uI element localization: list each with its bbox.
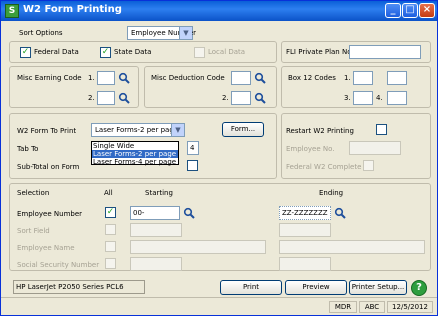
box12-code3-input[interactable]: [353, 91, 373, 105]
fli-label: FLI Private Plan No.: [286, 48, 354, 56]
subtotal-checkbox[interactable]: [187, 160, 198, 171]
state-data-label: State Data: [114, 48, 152, 56]
w2-form-printing-window: S W2 Form Printing _ □ × Sort Options Em…: [0, 0, 438, 316]
form-to-print-select[interactable]: Laser Forms-2 per page ▼: [91, 123, 185, 137]
sel-label-employee-number: Employee Number: [17, 210, 83, 218]
form-button[interactable]: Form...: [222, 122, 264, 137]
chevron-down-icon[interactable]: ▼: [171, 124, 184, 136]
misc-earning-num1: 1.: [88, 74, 95, 82]
app-icon: S: [5, 4, 19, 18]
print-button[interactable]: Print: [220, 280, 282, 295]
sel-label-sort-field: Sort Field: [17, 227, 50, 235]
maximize-button[interactable]: □: [402, 3, 418, 18]
sort-options-label: Sort Options: [19, 29, 63, 37]
restart-employee-input[interactable]: [349, 141, 401, 155]
box12-code1-input[interactable]: [353, 71, 373, 85]
box12-num3: 3.: [344, 94, 351, 102]
sel-end-ssn-input[interactable]: [279, 257, 331, 271]
sel-end-employee-name-input[interactable]: [279, 240, 425, 254]
federal-data-label: Federal Data: [34, 48, 79, 56]
box12-code4-input[interactable]: [387, 91, 407, 105]
misc-deduction-code1-input[interactable]: [231, 71, 251, 85]
box12-label: Box 12 Codes: [288, 74, 336, 82]
subtotal-label: Sub-Total on Form: [17, 163, 80, 171]
close-button[interactable]: ×: [419, 3, 435, 18]
printer-setup-button[interactable]: Printer Setup...: [349, 280, 407, 295]
sel-all-employee-number-checkbox[interactable]: ✓: [105, 207, 116, 218]
federal-data-checkbox[interactable]: ✓: [20, 47, 31, 58]
local-data-checkbox[interactable]: [194, 47, 205, 58]
dropdown-option-single-wide[interactable]: Single Wide: [92, 142, 178, 150]
box12-num1: 1.: [344, 74, 351, 82]
sel-start-sort-field-input[interactable]: [130, 223, 182, 237]
minimize-button[interactable]: _: [385, 3, 401, 18]
tab-to-input[interactable]: 4: [187, 141, 199, 155]
restart-label: Restart W2 Printing: [286, 127, 354, 135]
sel-all-ssn-checkbox[interactable]: [105, 258, 116, 269]
starting-header: Starting: [145, 189, 173, 197]
misc-earning-label: Misc Earning Code: [17, 74, 82, 82]
chevron-down-icon[interactable]: ▼: [179, 27, 192, 39]
status-company: MDR: [329, 301, 357, 313]
help-icon[interactable]: ?: [411, 280, 427, 296]
sel-label-employee-name: Employee Name: [17, 244, 75, 252]
form-button-label: Form...: [230, 125, 256, 133]
selection-group: [9, 183, 431, 271]
federal-complete-label: Federal W2 Complete: [286, 163, 362, 171]
window-title: W2 Form Printing: [23, 4, 122, 15]
search-icon[interactable]: [254, 92, 266, 104]
form-to-print-dropdown[interactable]: Single Wide Laser Forms-2 per page Laser…: [91, 141, 179, 166]
search-icon[interactable]: [334, 207, 346, 219]
misc-deduction-num2: 2.: [222, 94, 229, 102]
search-icon[interactable]: [183, 207, 195, 219]
preview-button-label: Preview: [302, 283, 330, 291]
form-to-print-value: Laser Forms-2 per page: [95, 126, 179, 134]
dropdown-option-laser-2[interactable]: Laser Forms-2 per page: [92, 150, 178, 158]
search-icon[interactable]: [118, 72, 130, 84]
local-data-label: Local Data: [208, 48, 246, 56]
restart-employee-label: Employee No.: [286, 145, 335, 153]
search-icon[interactable]: [254, 72, 266, 84]
federal-complete-checkbox[interactable]: [363, 160, 374, 171]
ending-header: Ending: [319, 189, 344, 197]
sel-all-employee-name-checkbox[interactable]: [105, 241, 116, 252]
fli-input[interactable]: [349, 45, 421, 59]
box12-code2-input[interactable]: [387, 71, 407, 85]
sel-end-employee-number-input[interactable]: ZZ-ZZZZZZZ: [279, 206, 331, 220]
sel-all-sort-field-checkbox[interactable]: [105, 224, 116, 235]
restart-checkbox[interactable]: [376, 124, 387, 135]
selection-header: Selection: [17, 189, 50, 197]
misc-deduction-label: Misc Deduction Code: [151, 74, 225, 82]
misc-earning-code2-input[interactable]: [97, 91, 115, 105]
tab-to-label: Tab To: [17, 145, 39, 153]
status-bar: MDR ABC 12/5/2012: [1, 297, 437, 315]
state-data-checkbox[interactable]: ✓: [100, 47, 111, 58]
printer-name: HP LaserJet P2050 Series PCL6: [13, 280, 145, 294]
dropdown-option-laser-4[interactable]: Laser Forms-4 per page: [92, 158, 178, 166]
form-to-print-label: W2 Form To Print: [17, 127, 77, 135]
sel-start-employee-name-input[interactable]: [130, 240, 266, 254]
box12-num4: 4.: [376, 94, 383, 102]
status-abc: ABC: [359, 301, 385, 313]
status-date: 12/5/2012: [387, 301, 433, 313]
misc-earning-num2: 2.: [88, 94, 95, 102]
misc-deduction-code2-input[interactable]: [231, 91, 251, 105]
preview-button[interactable]: Preview: [285, 280, 347, 295]
sel-end-sort-field-input[interactable]: [279, 223, 331, 237]
sort-options-select[interactable]: Employee Number ▼: [127, 26, 196, 40]
search-icon[interactable]: [118, 92, 130, 104]
sel-start-ssn-input[interactable]: [130, 257, 182, 271]
sel-label-ssn: Social Security Number: [17, 261, 100, 269]
print-button-label: Print: [242, 283, 260, 291]
all-header: All: [104, 189, 113, 197]
title-bar[interactable]: S W2 Form Printing _ □ ×: [1, 1, 437, 21]
sel-start-employee-number-input[interactable]: 00-: [130, 206, 180, 220]
misc-earning-code1-input[interactable]: [97, 71, 115, 85]
printer-setup-button-label: Printer Setup...: [351, 283, 405, 291]
